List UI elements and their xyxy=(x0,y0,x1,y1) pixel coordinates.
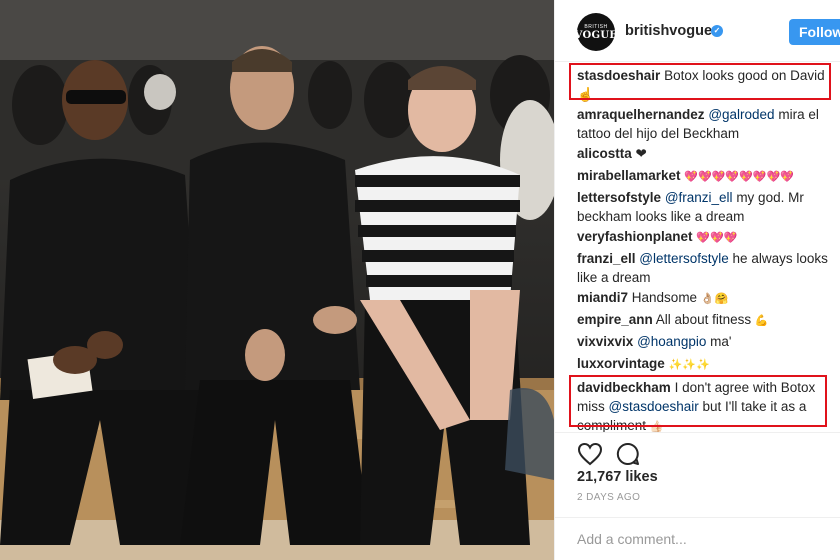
comment-username[interactable]: amraquelhernandez xyxy=(577,107,705,122)
like-count[interactable]: 21,767 likes xyxy=(577,469,658,485)
comment-mention[interactable]: @galroded xyxy=(708,107,774,122)
comment-emoji: 💪 xyxy=(754,315,769,327)
avatar-text-bottom: VOGUE xyxy=(574,29,618,41)
post-header: BRITISH VOGUE britishvogue ✓ Follow xyxy=(555,0,840,62)
comment-username[interactable]: franzi_ell xyxy=(577,251,636,266)
comment-item: alicostta ❤ xyxy=(577,144,835,163)
comment-username[interactable]: mirabellamarket xyxy=(577,168,681,183)
comment-username[interactable]: veryfashionplanet xyxy=(577,229,693,244)
comment-username[interactable]: miandi7 xyxy=(577,290,628,305)
comment-bubble-icon[interactable] xyxy=(615,441,641,467)
comment-username[interactable]: vixvixvix xyxy=(577,334,633,349)
highlight-box-bottom xyxy=(569,375,827,427)
comment-list: stasdoeshair Botox looks good on David !… xyxy=(555,62,840,433)
comment-item: lettersofstyle @franzi_ell my god. Mr be… xyxy=(577,188,835,226)
comment-mention[interactable]: @lettersofstyle xyxy=(639,251,728,266)
comment-emoji: ❤ xyxy=(635,146,647,161)
front-row-photo xyxy=(0,0,554,560)
heart-icon[interactable] xyxy=(577,442,603,466)
post-photo xyxy=(0,0,554,560)
comment-mention[interactable]: @hoangpio xyxy=(637,334,706,349)
avatar[interactable]: BRITISH VOGUE xyxy=(574,13,618,51)
post-actions: 21,767 likes 2 DAYS AGO Add a comment... xyxy=(555,432,840,560)
comment-text: ma' xyxy=(710,334,732,349)
add-comment-bar[interactable]: Add a comment... xyxy=(555,517,840,560)
comment-emoji: 💖💖💖💖💖💖💖💖 xyxy=(684,171,794,183)
comment-item: franzi_ell @lettersofstyle he always loo… xyxy=(577,249,835,287)
comment-item: empire_ann All about fitness 💪 xyxy=(577,310,835,331)
comment-text: All about fitness xyxy=(655,312,752,327)
comment-text: Handsome xyxy=(631,290,698,305)
comment-username[interactable]: luxxorvintage xyxy=(577,356,665,371)
comment-item: vixvixvix @hoangpio ma' xyxy=(577,332,835,351)
comment-emoji: 💖💖💖 xyxy=(696,232,738,244)
comment-username[interactable]: alicostta xyxy=(577,146,632,161)
comment-item: amraquelhernandez @galroded mira el tatt… xyxy=(577,105,835,143)
comment-username[interactable]: empire_ann xyxy=(577,312,653,327)
post-username[interactable]: britishvogue xyxy=(625,23,712,39)
comment-mention[interactable]: @franzi_ell xyxy=(665,190,733,205)
comment-item: mirabellamarket 💖💖💖💖💖💖💖💖 xyxy=(577,166,835,187)
post-side-panel: BRITISH VOGUE britishvogue ✓ Follow stas… xyxy=(554,0,840,560)
comment-emoji: ✨✨✨ xyxy=(668,359,710,371)
comment-item: miandi7 Handsome 👌🏼🤗 xyxy=(577,288,835,309)
comment-item: luxxorvintage ✨✨✨ xyxy=(577,354,835,375)
comment-username[interactable]: lettersofstyle xyxy=(577,190,661,205)
add-comment-input[interactable]: Add a comment... xyxy=(577,531,687,547)
post-timestamp: 2 DAYS AGO xyxy=(577,492,641,503)
highlight-box-top xyxy=(569,63,831,100)
verified-badge-icon: ✓ xyxy=(711,25,723,37)
comment-item: veryfashionplanet 💖💖💖 xyxy=(577,227,835,248)
follow-button[interactable]: Follow xyxy=(789,19,840,45)
comment-emoji: 👌🏼🤗 xyxy=(700,293,729,305)
